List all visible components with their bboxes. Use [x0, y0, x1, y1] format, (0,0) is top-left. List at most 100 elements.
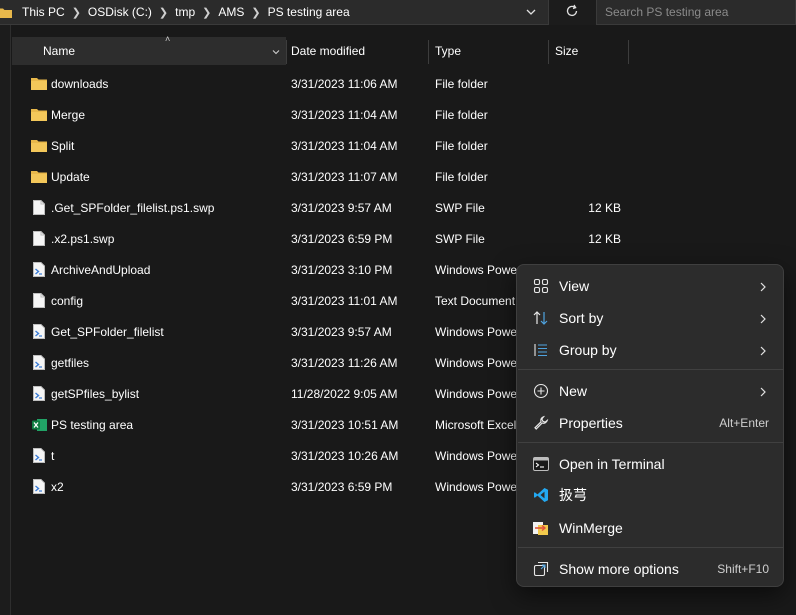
menu-item-view[interactable]: View [521, 271, 781, 301]
sort-ascending-icon: ˄ [165, 34, 171, 44]
menu-item-show-more-options-label: Show more options [559, 561, 679, 577]
file-type: File folder [435, 138, 488, 153]
group-by-icon [532, 341, 550, 359]
file-name: t [51, 448, 55, 463]
menu-divider [518, 369, 784, 370]
file-date-modified: 3/31/2023 11:01 AM [291, 293, 398, 308]
file-icon [30, 192, 48, 223]
terminal-icon [532, 455, 550, 473]
navigation-pane-edge [0, 25, 11, 615]
breadcrumb-ps-testing-area[interactable]: PS testing area [268, 5, 350, 19]
file-row[interactable]: .Get_SPFolder_filelist.ps1.swp 3/31/2023 … [12, 192, 796, 223]
file-type: Windows Powe [435, 479, 518, 494]
menu-item-winmerge[interactable]: WinMerge [521, 513, 781, 543]
menu-item-group-by[interactable]: Group by [521, 335, 781, 365]
folder-icon [30, 99, 48, 130]
breadcrumb-tmp[interactable]: tmp [175, 5, 195, 19]
file-row[interactable]: Merge 3/31/2023 11:04 AM File folder [12, 99, 796, 130]
file-icon [30, 285, 48, 316]
powershell-script-icon [30, 316, 48, 347]
file-row[interactable]: Update 3/31/2023 11:07 AM File folder [12, 161, 796, 192]
column-headers: Name ˄ Date modified Type Size [12, 34, 796, 65]
file-type: File folder [435, 169, 488, 184]
file-date-modified: 3/31/2023 9:57 AM [291, 324, 392, 339]
column-header-size[interactable]: Size [549, 37, 629, 65]
file-name: Merge [51, 107, 86, 122]
powershell-script-icon [30, 254, 48, 285]
folder-icon [0, 7, 12, 18]
menu-item-show-more-options[interactable]: Show more options Shift+F10 [521, 554, 781, 584]
file-name: config [51, 293, 84, 308]
menu-item-new[interactable]: New [521, 376, 781, 406]
breadcrumb-osdisk[interactable]: OSDisk (C:) [88, 5, 152, 19]
folder-icon [30, 130, 48, 161]
menu-item-view-label: View [559, 278, 590, 294]
file-date-modified: 3/31/2023 10:51 AM [291, 417, 399, 432]
file-type: Windows Powe [435, 355, 518, 370]
column-divider[interactable] [628, 40, 629, 64]
file-date-modified: 3/31/2023 10:26 AM [291, 448, 399, 463]
address-bar[interactable]: This PC ❯ OSDisk (C:) ❯ tmp ❯ AMS ❯ PS t… [0, 0, 549, 25]
file-date-modified: 3/31/2023 3:10 PM [291, 262, 393, 277]
file-type: File folder [435, 107, 488, 122]
menu-item-properties[interactable]: Properties Alt+Enter [521, 408, 781, 438]
file-size [562, 161, 621, 192]
chevron-right-icon[interactable]: ❯ [72, 6, 81, 19]
menu-item-vscode[interactable]: 扱芎 [521, 480, 781, 510]
powershell-script-icon [30, 440, 48, 471]
folder-icon [30, 68, 48, 99]
menu-item-new-label: New [559, 383, 588, 399]
file-size: 12 KB [588, 200, 621, 215]
file-date-modified: 3/31/2023 11:07 AM [291, 169, 398, 184]
column-header-type[interactable]: Type [429, 37, 548, 65]
file-name: .x2.ps1.swp [51, 231, 115, 246]
chevron-right-icon [759, 345, 767, 356]
menu-item-open-in-terminal[interactable]: Open in Terminal [521, 449, 781, 479]
file-type: File folder [435, 76, 488, 91]
context-menu: View Sort by Group by New Properties Alt… [516, 264, 784, 587]
powershell-script-icon [30, 378, 48, 409]
breadcrumb-this-pc[interactable]: This PC [22, 5, 65, 19]
folder-icon [30, 161, 48, 192]
file-type: SWP File [435, 231, 485, 246]
search-placeholder: Search PS testing area [605, 5, 729, 19]
file-name: PS testing area [51, 417, 134, 432]
file-type: Windows Powe [435, 386, 518, 401]
column-header-date[interactable]: Date modified [287, 37, 428, 65]
file-name: .Get_SPFolder_filelist.ps1.swp [51, 200, 215, 215]
file-row[interactable]: Split 3/31/2023 11:04 AM File folder [12, 130, 796, 161]
file-name: getSPfiles_bylist [51, 386, 140, 401]
chevron-down-icon[interactable] [271, 46, 281, 56]
file-size [562, 130, 621, 161]
menu-item-sort-by[interactable]: Sort by [521, 303, 781, 333]
menu-item-sort-by-label: Sort by [559, 310, 604, 326]
excel-icon [30, 409, 48, 440]
chevron-right-icon[interactable]: ❯ [159, 6, 168, 19]
winmerge-icon [532, 519, 550, 537]
file-date-modified: 3/31/2023 11:06 AM [291, 76, 398, 91]
file-date-modified: 3/31/2023 11:26 AM [291, 355, 398, 370]
column-header-name[interactable]: Name ˄ [12, 34, 286, 65]
file-date-modified: 3/31/2023 11:04 AM [291, 107, 398, 122]
menu-item-open-in-terminal-label: Open in Terminal [559, 456, 665, 472]
file-date-modified: 3/31/2023 6:59 PM [291, 479, 393, 494]
file-row[interactable]: .x2.ps1.swp 3/31/2023 6:59 PM SWP File 12 K… [12, 223, 796, 254]
chevron-right-icon[interactable]: ❯ [202, 6, 211, 19]
column-header-size-label: Size [555, 44, 579, 58]
column-header-type-label: Type [435, 44, 462, 58]
search-input[interactable]: Search PS testing area [596, 0, 796, 25]
breadcrumb-ams[interactable]: AMS [218, 5, 244, 19]
powershell-script-icon [30, 471, 48, 502]
chevron-right-icon[interactable]: ❯ [251, 6, 260, 19]
file-size [562, 99, 621, 130]
more-options-icon [532, 560, 550, 578]
menu-item-winmerge-label: WinMerge [559, 520, 623, 536]
file-type: Windows Powe [435, 448, 518, 463]
file-type: Microsoft Excel [435, 417, 517, 432]
file-row[interactable]: downloads 3/31/2023 11:06 AM File folder [12, 68, 796, 99]
file-name: getfiles [51, 355, 90, 370]
menu-divider [518, 442, 784, 443]
file-name: x2 [51, 479, 64, 494]
refresh-button[interactable] [556, 0, 588, 25]
chevron-down-icon[interactable] [523, 4, 539, 20]
